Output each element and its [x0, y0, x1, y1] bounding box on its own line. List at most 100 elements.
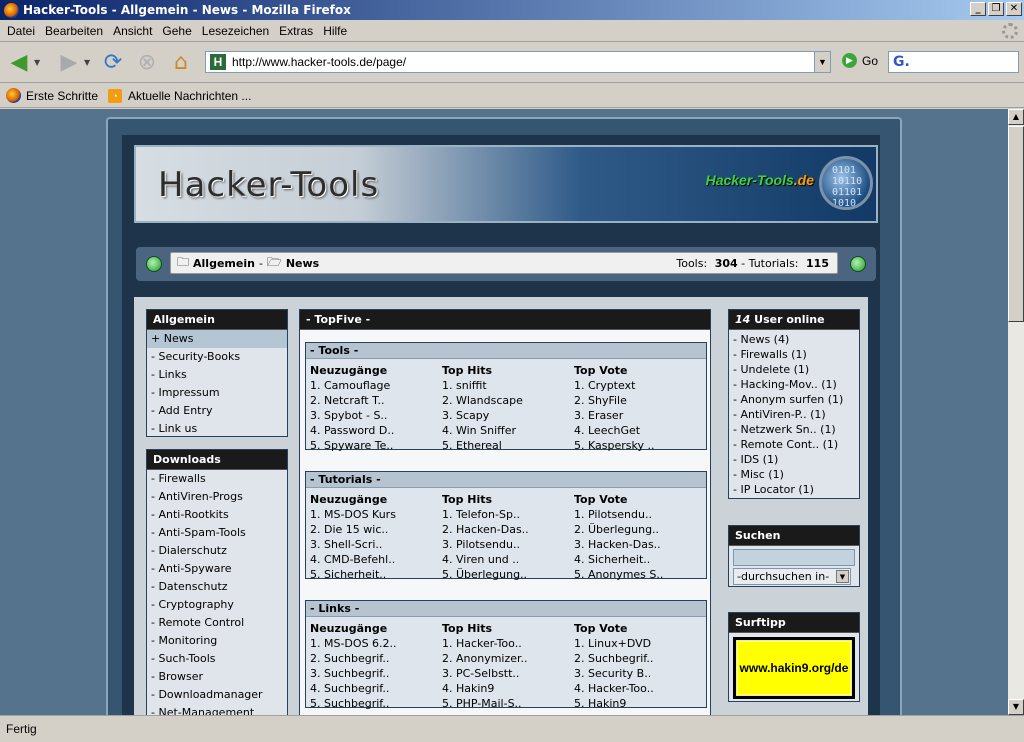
minimize-button[interactable]: _ [970, 2, 986, 16]
list-item[interactable]: 5. Überlegung.. [442, 567, 574, 582]
list-item[interactable]: 4. Viren und .. [442, 552, 574, 567]
list-item[interactable]: 1. Cryptext [574, 378, 706, 393]
list-item[interactable]: 2. ShyFile [574, 393, 706, 408]
list-item[interactable]: 2. Anonymizer.. [442, 651, 574, 666]
list-item[interactable]: 4. Win Sniffer [442, 423, 574, 438]
menu-bearbeiten[interactable]: Bearbeiten [40, 24, 108, 38]
list-item[interactable]: 4. Suchbegrif.. [310, 681, 442, 696]
menu-datei[interactable]: Datei [2, 24, 40, 38]
vertical-scrollbar[interactable]: ▲ ▼ [1008, 109, 1024, 715]
nav-cryptography[interactable]: - Cryptography [147, 596, 287, 614]
go-button[interactable]: ▶ Go [842, 53, 878, 68]
list-item[interactable]: 5. Sicherheit.. [310, 567, 442, 582]
list-item[interactable]: 5. Hakin9 [574, 696, 706, 711]
url-dropdown-icon[interactable]: ▼ [814, 52, 830, 72]
menu-extras[interactable]: Extras [274, 24, 318, 38]
nav-impressum[interactable]: - Impressum [147, 384, 287, 402]
online-item[interactable]: - IDS (1) [729, 452, 859, 467]
list-item[interactable]: 3. Suchbegrif.. [310, 666, 442, 681]
list-item[interactable]: 1. Telefon-Sp.. [442, 507, 574, 522]
list-item[interactable]: 5. Suchbegrif.. [310, 696, 442, 711]
list-item[interactable]: 3. Pilotsendu.. [442, 537, 574, 552]
online-item[interactable]: - Anonym surfen (1) [729, 392, 859, 407]
list-item[interactable]: 2. Überlegung.. [574, 522, 706, 537]
list-item[interactable]: 1. MS-DOS Kurs [310, 507, 442, 522]
nav-monitoring[interactable]: - Monitoring [147, 632, 287, 650]
search-scope-select[interactable]: -durchsuchen in- ▼ [733, 568, 851, 585]
online-item[interactable]: - Misc (1) [729, 467, 859, 482]
list-item[interactable]: 4. Sicherheit.. [574, 552, 706, 567]
online-item[interactable]: - AntiViren-P.. (1) [729, 407, 859, 422]
nav-firewalls[interactable]: - Firewalls [147, 470, 287, 488]
list-item[interactable]: 1. MS-DOS 6.2.. [310, 636, 442, 651]
close-button[interactable]: ✕ [1006, 2, 1022, 16]
list-item[interactable]: 4. Hakin9 [442, 681, 574, 696]
nav-anti-spam-tools[interactable]: - Anti-Spam-Tools [147, 524, 287, 542]
maximize-button[interactable]: ❐ [988, 2, 1004, 16]
list-item[interactable]: 2. Wlandscape [442, 393, 574, 408]
nav-anti-rootkits[interactable]: - Anti-Rootkits [147, 506, 287, 524]
online-item[interactable]: - Hacking-Mov.. (1) [729, 377, 859, 392]
surftipp-ad-link[interactable]: www.hakin9.org/de [733, 637, 855, 699]
list-item[interactable]: 1. Camouflage [310, 378, 442, 393]
list-item[interactable]: 5. Kaspersky .. [574, 438, 706, 453]
nav-security-books[interactable]: - Security-Books [147, 348, 287, 366]
nav-remote-control[interactable]: - Remote Control [147, 614, 287, 632]
menu-lesezeichen[interactable]: Lesezeichen [197, 24, 274, 38]
breadcrumb-root[interactable]: Allgemein [193, 257, 255, 270]
list-item[interactable]: 4. CMD-Befehl.. [310, 552, 442, 567]
list-item[interactable]: 3. Shell-Scri.. [310, 537, 442, 552]
online-item[interactable]: - Remote Cont.. (1) [729, 437, 859, 452]
list-item[interactable]: 3. Security B.. [574, 666, 706, 681]
forward-history-dropdown[interactable]: ▼ [84, 58, 94, 67]
list-item[interactable]: 5. Ethereal [442, 438, 574, 453]
nav-antiviren-progs[interactable]: - AntiViren-Progs [147, 488, 287, 506]
back-history-dropdown[interactable]: ▼ [34, 58, 44, 67]
nav-net-management[interactable]: - Net-Management [147, 704, 287, 715]
nav-news[interactable]: + News [147, 330, 287, 348]
scroll-down-icon[interactable]: ▼ [1008, 699, 1024, 715]
nav-add-entry[interactable]: - Add Entry [147, 402, 287, 420]
reload-icon[interactable]: ⟳ [98, 48, 128, 78]
back-arrow-icon[interactable]: ◀ [4, 48, 34, 78]
list-item[interactable]: 2. Die 15 wic.. [310, 522, 442, 537]
list-item[interactable]: 1. Hacker-Too.. [442, 636, 574, 651]
list-item[interactable]: 4. Hacker-Too.. [574, 681, 706, 696]
list-item[interactable]: 3. PC-Selbstt.. [442, 666, 574, 681]
url-bar[interactable]: H http://www.hacker-tools.de/page/ ▼ [205, 51, 831, 73]
list-item[interactable]: 2. Hacken-Das.. [442, 522, 574, 537]
bookmark-erste-schritte[interactable]: Erste Schritte [6, 88, 98, 103]
nav-datenschutz[interactable]: - Datenschutz [147, 578, 287, 596]
scroll-thumb[interactable] [1008, 126, 1024, 322]
nav-browser[interactable]: - Browser [147, 668, 287, 686]
site-search-input[interactable] [733, 549, 855, 566]
nav-downloadmanager[interactable]: - Downloadmanager [147, 686, 287, 704]
online-item[interactable]: - IP Locator (1) [729, 482, 859, 497]
breadcrumb-current[interactable]: News [286, 257, 319, 270]
forward-arrow-icon[interactable]: ▶ [54, 48, 84, 78]
online-item[interactable]: - Netzwerk Sn.. (1) [729, 422, 859, 437]
online-item[interactable]: - News (4) [729, 332, 859, 347]
nav-dialerschutz[interactable]: - Dialerschutz [147, 542, 287, 560]
online-item[interactable]: - Undelete (1) [729, 362, 859, 377]
list-item[interactable]: 1. Pilotsendu.. [574, 507, 706, 522]
list-item[interactable]: 3. Eraser [574, 408, 706, 423]
stop-icon[interactable]: ⊗ [132, 48, 162, 78]
list-item[interactable]: 1. sniffit [442, 378, 574, 393]
list-item[interactable]: 5. Spyware Te.. [310, 438, 442, 453]
list-item[interactable]: 1. Linux+DVD [574, 636, 706, 651]
home-icon[interactable]: ⌂ [166, 48, 196, 78]
menu-ansicht[interactable]: Ansicht [108, 24, 157, 38]
list-item[interactable]: 5. Anonymes S.. [574, 567, 706, 582]
list-item[interactable]: 5. PHP-Mail-S.. [442, 696, 574, 711]
nav-anti-spyware[interactable]: - Anti-Spyware [147, 560, 287, 578]
online-item[interactable]: - Firewalls (1) [729, 347, 859, 362]
list-item[interactable]: 3. Hacken-Das.. [574, 537, 706, 552]
list-item[interactable]: 3. Scapy [442, 408, 574, 423]
nav-links[interactable]: - Links [147, 366, 287, 384]
nav-link-us[interactable]: - Link us [147, 420, 287, 438]
list-item[interactable]: 4. LeechGet [574, 423, 706, 438]
search-input[interactable]: G. [888, 51, 1019, 73]
scroll-up-icon[interactable]: ▲ [1008, 109, 1024, 125]
list-item[interactable]: 3. Spybot - S.. [310, 408, 442, 423]
